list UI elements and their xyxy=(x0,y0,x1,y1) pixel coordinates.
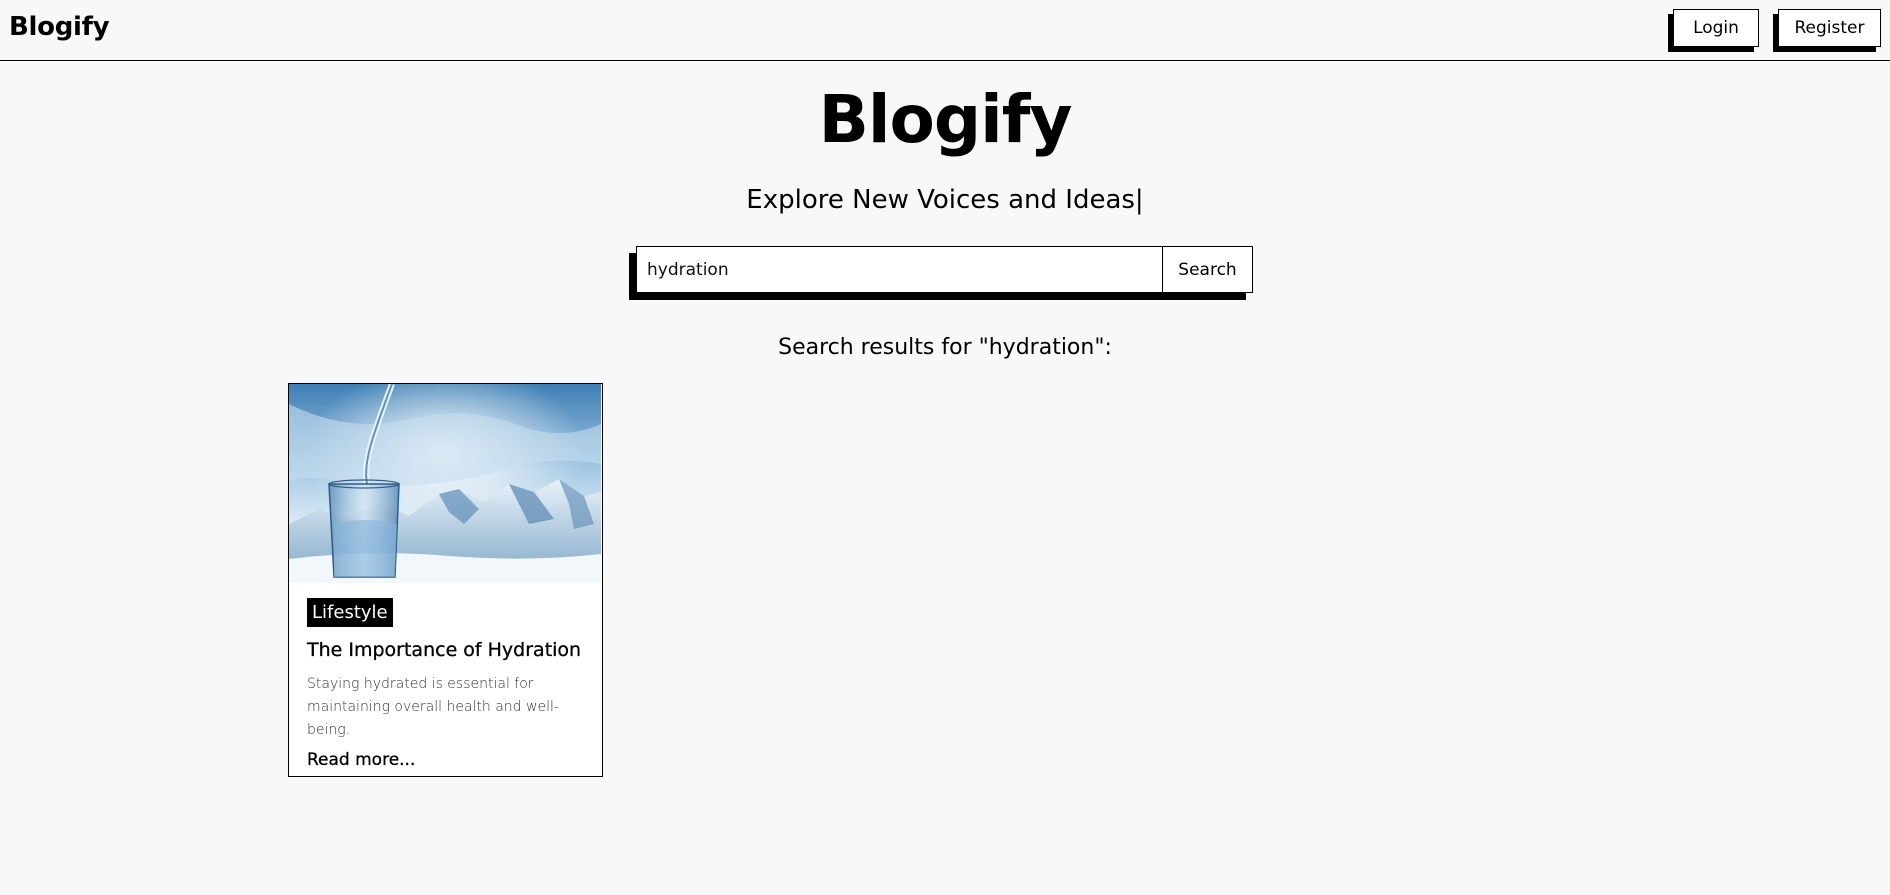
search-bar: Search xyxy=(636,246,1253,293)
hero-subtitle: Explore New Voices and Ideas| xyxy=(746,185,1144,215)
brand-logo[interactable]: Blogify xyxy=(9,12,110,42)
post-description: Staying hydrated is essential for mainta… xyxy=(307,676,559,738)
post-card[interactable]: Lifestyle The Importance of Hydration St… xyxy=(288,383,603,777)
glass-of-water-mountains-image xyxy=(289,384,601,583)
category-badge[interactable]: Lifestyle xyxy=(307,598,393,627)
read-more-link[interactable]: Read more... xyxy=(307,750,416,770)
results-heading: Search results for "hydration": xyxy=(778,335,1112,360)
post-title[interactable]: The Importance of Hydration xyxy=(307,639,584,661)
search-input[interactable] xyxy=(637,247,1162,292)
search-button[interactable]: Search xyxy=(1162,247,1252,292)
login-button[interactable]: Login xyxy=(1673,9,1759,47)
register-button[interactable]: Register xyxy=(1778,9,1881,47)
hero-title: Blogify xyxy=(818,81,1073,158)
navbar: Blogify Login Register xyxy=(0,0,1890,61)
